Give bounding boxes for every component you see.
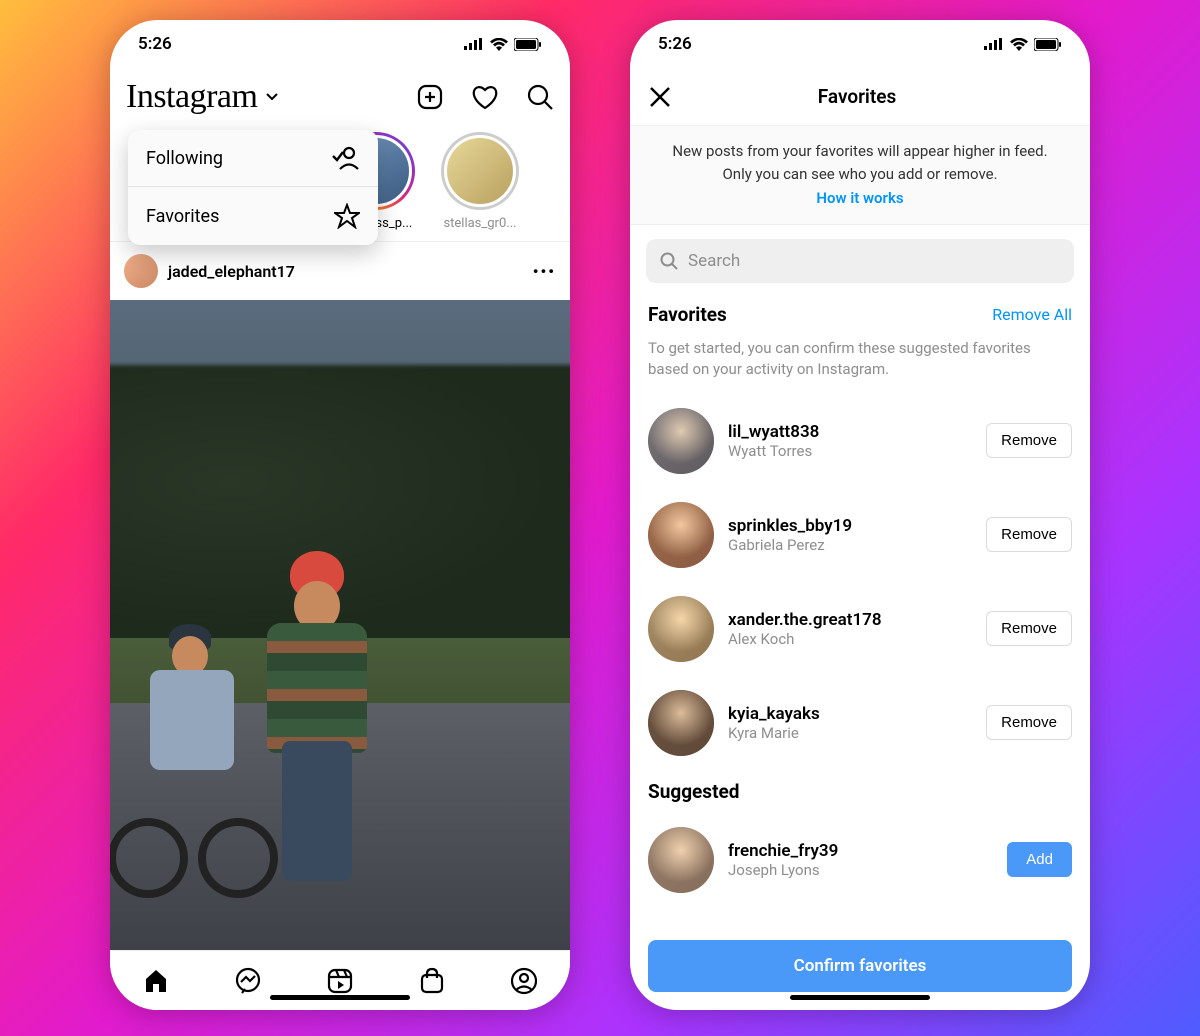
dropdown-favorites-label: Favorites [146,206,219,227]
favorites-title: Favorites [642,85,1072,108]
favorite-row: sprinkles_bby19 Gabriela Perez Remove [648,488,1072,582]
dropdown-following-label: Following [146,148,223,169]
favorite-username[interactable]: lil_wyatt838 [728,422,972,442]
profile-icon[interactable] [510,967,538,995]
battery-icon [514,38,542,51]
home-indicator[interactable] [790,995,930,1000]
cellular-icon [464,38,484,50]
story-label: stellas_gr0... [443,216,516,231]
favorite-username[interactable]: kyia_kayaks [728,704,972,724]
remove-button[interactable]: Remove [986,423,1072,458]
search-icon [660,252,678,270]
remove-button[interactable]: Remove [986,705,1072,740]
post-avatar[interactable] [124,254,158,288]
home-indicator[interactable] [270,995,410,1000]
favorite-row: lil_wyatt838 Wyatt Torres Remove [648,394,1072,488]
status-icons [464,38,542,51]
favorite-row: xander.the.great178 Alex Koch Remove [648,582,1072,676]
feed-header: Instagram [110,68,570,126]
remove-button[interactable]: Remove [986,611,1072,646]
battery-icon [1034,38,1062,51]
shop-icon[interactable] [418,967,446,995]
favorite-realname: Alex Koch [728,630,972,648]
suggested-section-title: Suggested [648,780,739,803]
favorite-username[interactable]: sprinkles_bby19 [728,516,972,536]
home-icon[interactable] [142,967,170,995]
post-header: jaded_elephant17 ••• [110,242,570,300]
suggested-section-header: Suggested [630,774,1090,809]
feed-switch-dropdown: Following Favorites [128,130,378,245]
wifi-icon [1010,38,1028,51]
search-icon[interactable] [526,83,554,111]
chevron-down-icon[interactable] [265,90,279,104]
favorites-list: lil_wyatt838 Wyatt Torres Remove sprinkl… [630,390,1090,774]
favorites-header: Favorites [630,68,1090,126]
search-placeholder: Search [688,251,740,271]
star-icon [334,203,360,229]
favorite-realname: Gabriela Perez [728,536,972,554]
reels-icon[interactable] [326,967,354,995]
favorite-realname: Wyatt Torres [728,442,972,460]
avatar[interactable] [648,596,714,662]
status-bar: 5:26 [110,20,570,68]
favorite-realname: Kyra Marie [728,724,972,742]
instagram-logo[interactable]: Instagram [126,78,257,116]
suggested-list: frenchie_fry39 Joseph Lyons Add [630,809,1090,911]
avatar[interactable] [648,502,714,568]
cellular-icon [984,38,1004,50]
remove-all-link[interactable]: Remove All [992,305,1072,324]
suggested-realname: Joseph Lyons [728,861,993,879]
avatar[interactable] [648,408,714,474]
phone-favorites: 5:26 Favorites New posts from your favor… [630,20,1090,1010]
status-icons [984,38,1062,51]
favorite-username[interactable]: xander.the.great178 [728,610,972,630]
wifi-icon [490,38,508,51]
story-item[interactable]: stellas_gr0... [436,132,524,231]
dropdown-favorites[interactable]: Favorites [128,187,378,245]
favorites-section-title: Favorites [648,303,727,326]
post-image[interactable] [110,300,570,950]
heart-icon[interactable] [470,83,500,111]
post-more-icon[interactable]: ••• [533,262,556,281]
search-input[interactable]: Search [646,239,1074,283]
add-button[interactable]: Add [1007,842,1072,877]
suggested-row: frenchie_fry39 Joseph Lyons Add [648,813,1072,907]
status-bar: 5:26 [630,20,1090,68]
favorites-hint: To get started, you can confirm these su… [630,332,1090,390]
phone-feed: 5:26 Instagram Following Favorites Your … [110,20,570,1010]
suggested-username[interactable]: frenchie_fry39 [728,841,993,861]
messenger-icon[interactable] [234,967,262,995]
status-time: 5:26 [658,34,692,54]
following-icon [332,146,360,170]
banner-text-1: New posts from your favorites will appea… [672,142,1047,160]
info-banner: New posts from your favorites will appea… [630,126,1090,225]
status-time: 5:26 [138,34,172,54]
new-post-icon[interactable] [416,83,444,111]
dropdown-following[interactable]: Following [128,130,378,187]
favorites-section-header: Favorites Remove All [630,297,1090,332]
how-it-works-link[interactable]: How it works [650,187,1070,210]
bottom-navbar [110,950,570,1010]
avatar[interactable] [648,690,714,756]
confirm-favorites-button[interactable]: Confirm favorites [648,940,1072,992]
remove-button[interactable]: Remove [986,517,1072,552]
post-username[interactable]: jaded_elephant17 [168,262,295,281]
avatar[interactable] [648,827,714,893]
banner-text-2: Only you can see who you add or remove. [722,165,997,183]
favorite-row: kyia_kayaks Kyra Marie Remove [648,676,1072,770]
